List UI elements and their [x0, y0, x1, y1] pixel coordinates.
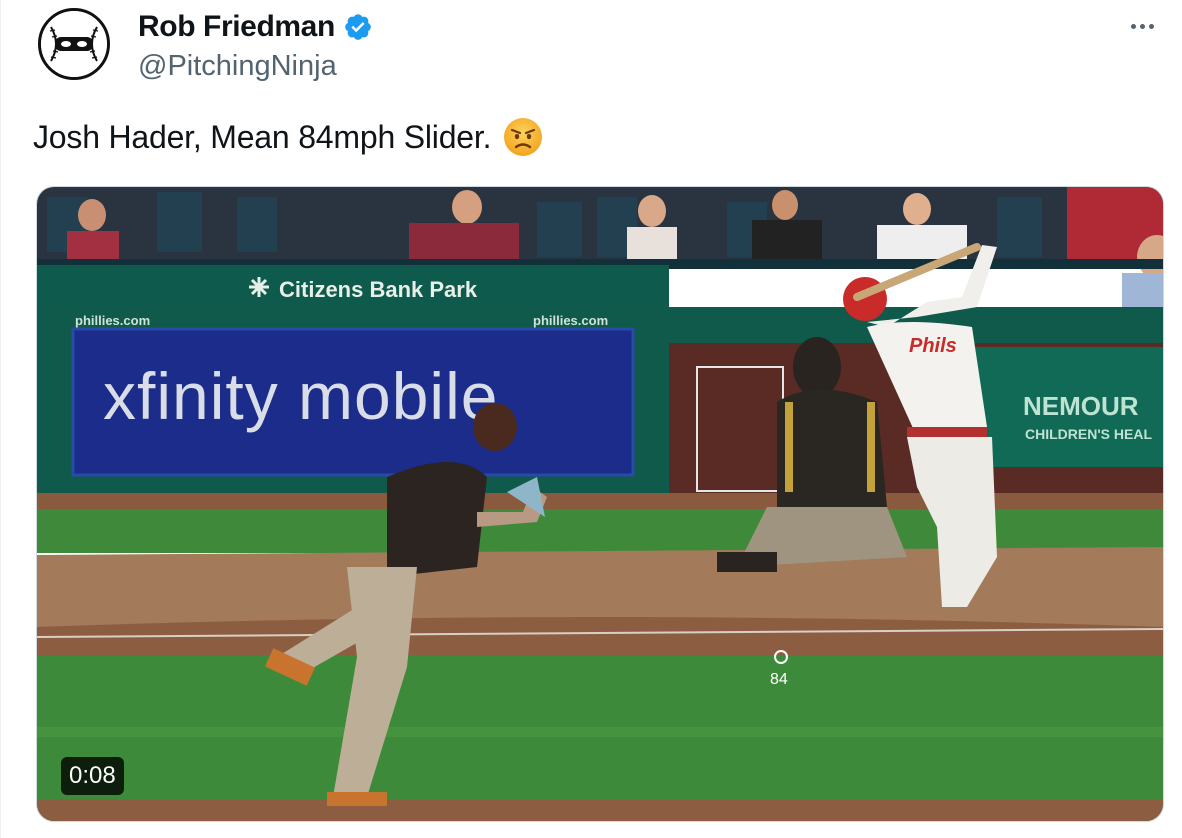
banner-url-left: phillies.com — [75, 313, 150, 328]
video-duration: 0:08 — [61, 757, 124, 795]
more-options-button[interactable] — [1124, 12, 1160, 40]
verified-badge-icon — [343, 12, 373, 42]
video-frame: Citizens Bank Park phillies.com phillies… — [37, 187, 1163, 821]
xfinity-ad: xfinity mobile — [103, 359, 498, 433]
banner-url-right: phillies.com — [533, 313, 608, 328]
baseball-ninja-icon — [41, 11, 107, 77]
author-avatar[interactable] — [38, 8, 110, 80]
citizens-bank-logo-icon — [249, 277, 269, 297]
author-handle[interactable]: @PitchingNinja — [138, 50, 337, 83]
pitch-speed-label: 84 — [770, 671, 788, 688]
tweet-body: Josh Hader, Mean 84mph Slider. — [33, 119, 492, 155]
nemours-ad-line2: CHILDREN'S HEAL — [1025, 426, 1152, 442]
angry-face-emoji-icon — [503, 117, 543, 157]
nemours-ad-line1: NEMOUR — [1023, 391, 1139, 421]
more-dots-icon — [1130, 23, 1136, 29]
svg-text:Phils: Phils — [909, 335, 957, 357]
tweet-text: Josh Hader, Mean 84mph Slider. — [33, 117, 543, 157]
author-name-row[interactable]: Rob Friedman — [138, 10, 373, 44]
timeline-border — [0, 0, 1, 838]
stadium-sign: Citizens Bank Park — [279, 277, 478, 302]
video-player[interactable]: Citizens Bank Park phillies.com phillies… — [36, 186, 1164, 822]
author-display-name[interactable]: Rob Friedman — [138, 10, 335, 44]
